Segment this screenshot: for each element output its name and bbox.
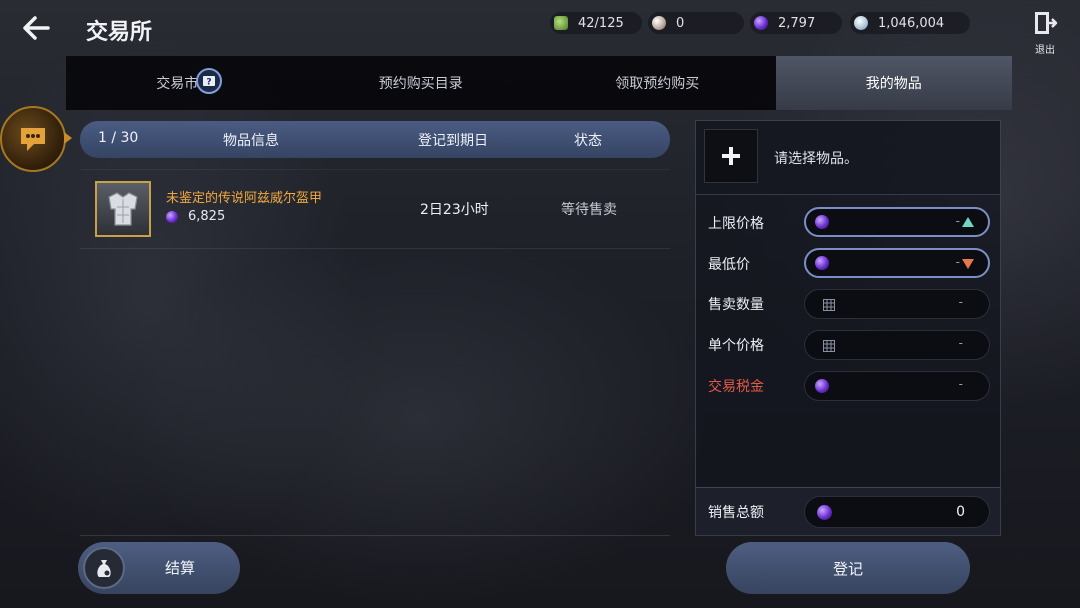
min-price-field[interactable]: - <box>804 248 990 278</box>
gem-icon <box>815 379 829 393</box>
arrow-down-icon <box>962 259 974 269</box>
tab-my-items[interactable]: 我的物品 <box>775 56 1012 110</box>
add-item-button[interactable] <box>704 129 758 183</box>
book-glyph: ? <box>203 76 215 88</box>
total-sales-label: 销售总额 <box>708 505 764 521</box>
arrow-up-icon <box>962 217 974 227</box>
exit-label: 退出 <box>1035 45 1055 56</box>
gem-icon <box>817 505 832 520</box>
armor-icon <box>95 181 151 237</box>
col-expiry: 登记到期日 <box>418 133 488 149</box>
back-arrow-icon <box>23 16 50 40</box>
chat-bubble-icon <box>21 128 45 151</box>
item-name: 未鉴定的传说阿兹威尔盔甲 <box>166 191 323 206</box>
gem-icon <box>166 210 178 223</box>
max-price-value: - <box>955 214 960 228</box>
gem-value: 2,797 <box>778 15 816 31</box>
plus-icon <box>722 147 740 165</box>
ap-icon <box>554 16 568 30</box>
page-title: 交易所 <box>86 20 153 45</box>
money-bag-icon <box>83 547 125 589</box>
pearl-currency: 0 <box>648 12 744 34</box>
gem-currency: 2,797 <box>750 12 842 34</box>
total-sales-row: 销售总额 0 <box>696 487 1000 535</box>
settle-button[interactable]: 结算 <box>78 542 240 594</box>
ap-currency: 42/125 <box>550 12 642 34</box>
ap-value: 42/125 <box>578 15 624 31</box>
armor-glyph <box>108 192 138 226</box>
min-price-value: - <box>955 255 960 269</box>
max-price-field[interactable]: - <box>804 207 990 237</box>
back-button[interactable] <box>18 10 58 46</box>
slot-count: 1 / 30 <box>98 130 139 146</box>
unit-price-label: 单个价格 <box>708 338 764 354</box>
silver-icon <box>854 16 868 30</box>
tab-claim-reserve[interactable]: 领取预约购买 <box>539 56 776 110</box>
pearl-value: 0 <box>676 15 685 31</box>
item-price: 6,825 <box>166 209 225 224</box>
tax-field: - <box>804 371 990 401</box>
tax-label: 交易税金 <box>708 379 764 395</box>
side-expand-arrow-icon <box>64 132 72 144</box>
tax-value: - <box>958 377 963 391</box>
tab-market[interactable]: 交易市场 <box>66 56 303 110</box>
min-price-label: 最低价 <box>708 257 750 273</box>
gem-icon <box>815 215 829 229</box>
total-sales-value: 0 <box>956 504 965 520</box>
silver-value: 1,046,004 <box>878 15 945 31</box>
quantity-label: 售卖数量 <box>708 297 764 313</box>
unit-price-field[interactable]: - <box>804 330 990 360</box>
col-item-info: 物品信息 <box>223 133 279 149</box>
item-status: 等待售卖 <box>561 202 617 218</box>
silver-currency: 1,046,004 <box>850 12 970 34</box>
gem-icon <box>754 16 768 30</box>
settle-label: 结算 <box>165 559 196 577</box>
tab-reserve-list[interactable]: 预约购买目录 <box>303 56 540 110</box>
quantity-field[interactable]: - <box>804 289 990 319</box>
list-item[interactable]: 未鉴定的传说阿兹威尔盔甲 6,825 2日23小时 等待售卖 <box>80 169 670 249</box>
list-divider <box>80 535 670 536</box>
gem-icon <box>815 256 829 270</box>
max-price-label: 上限价格 <box>708 216 764 232</box>
register-button[interactable]: 登记 <box>726 542 970 594</box>
item-price-value: 6,825 <box>188 209 226 224</box>
total-sales-field: 0 <box>804 496 990 528</box>
money-bag-glyph <box>97 560 111 577</box>
book-help-icon[interactable]: ? <box>196 68 222 94</box>
exit-door-icon <box>1035 12 1058 34</box>
list-header: 1 / 30 物品信息 登记到期日 状态 <box>80 121 670 158</box>
exit-button[interactable]: 退出 <box>1028 10 1062 56</box>
keypad-icon <box>823 299 835 311</box>
item-time-left: 2日23小时 <box>420 202 489 218</box>
side-menu-badge[interactable] <box>0 106 66 172</box>
svg-text:?: ? <box>206 78 211 88</box>
sell-panel: 请选择物品。 上限价格 - 最低价 - 售卖数量 - 单个价格 - 交易税金 -… <box>695 120 1001 536</box>
select-item-hint: 请选择物品。 <box>774 151 858 167</box>
quantity-value: - <box>958 295 963 309</box>
unit-price-value: - <box>958 336 963 350</box>
col-status: 状态 <box>574 133 602 149</box>
pearl-icon <box>652 16 666 30</box>
item-select-area: 请选择物品。 <box>696 121 1000 195</box>
keypad-icon <box>823 340 835 352</box>
